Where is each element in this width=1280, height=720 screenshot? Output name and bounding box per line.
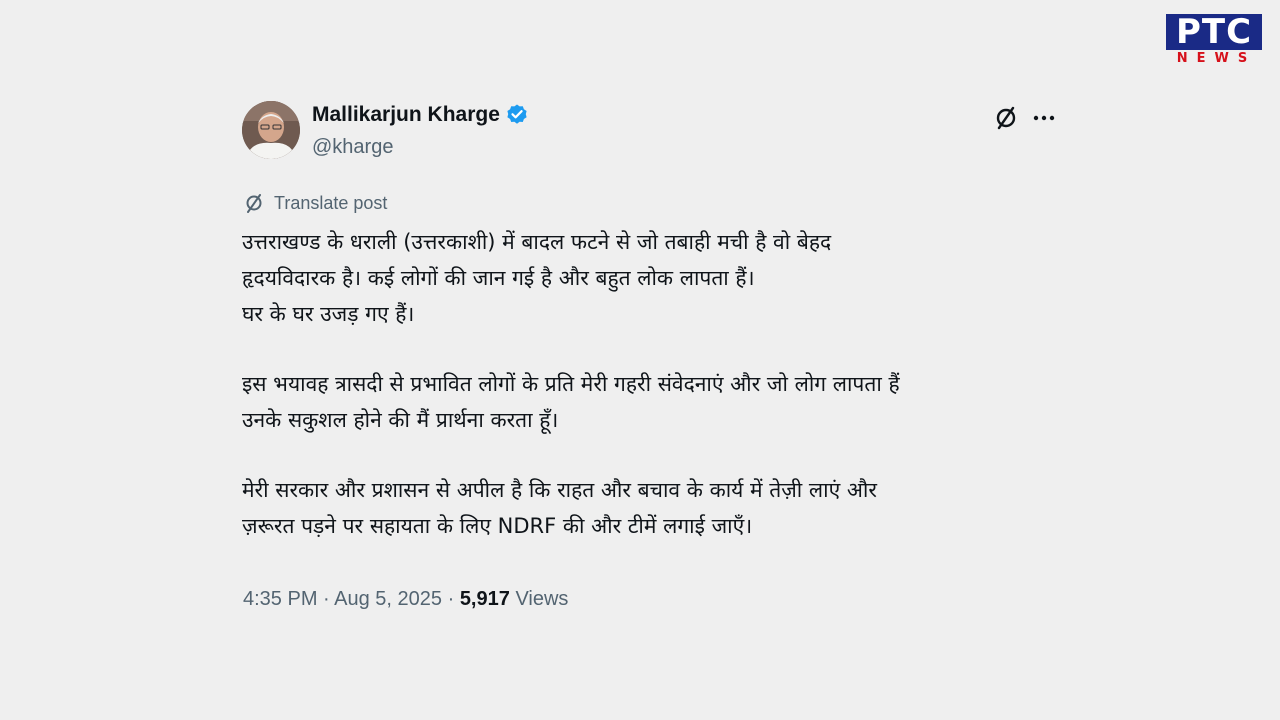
tweet-line: घर के घर उजड़ गए हैं।	[242, 302, 415, 326]
meta-separator: ·	[317, 588, 335, 610]
logo-top-text: PTC	[1166, 14, 1262, 50]
meta-separator: ·	[442, 588, 460, 610]
author-name-row[interactable]: Mallikarjun Kharge	[312, 103, 529, 127]
tweet-paragraph: उत्तराखण्ड के धराली (उत्तरकाशी) में बादल…	[242, 224, 1062, 332]
display-name[interactable]: Mallikarjun Kharge	[312, 103, 500, 127]
verified-badge-icon	[505, 103, 529, 127]
tweet-line: उत्तराखण्ड के धराली (उत्तरकाशी) में बादल…	[242, 230, 832, 254]
tweet-date[interactable]: Aug 5, 2025	[334, 588, 442, 610]
avatar[interactable]	[242, 101, 300, 159]
author-handle[interactable]: @kharge	[312, 136, 393, 159]
grok-icon[interactable]	[992, 104, 1020, 132]
tweet-paragraph: मेरी सरकार और प्रशासन से अपील है कि राहत…	[242, 472, 1062, 544]
ptc-news-logo: PTC NEWS	[1166, 14, 1262, 68]
logo-bottom-text: NEWS	[1176, 51, 1257, 66]
avatar-image	[242, 101, 300, 159]
translate-post-link[interactable]: Translate post	[243, 192, 387, 214]
tweet-line: हृदयविदारक है। कई लोगों की जान गई है और …	[242, 266, 755, 290]
views-label: Views	[515, 588, 569, 610]
translate-icon	[243, 192, 265, 214]
tweet-line: मेरी सरकार और प्रशासन से अपील है कि राहत…	[242, 478, 877, 502]
tweet-line: इस भयावह त्रासदी से प्रभावित लोगों के प्…	[242, 372, 900, 396]
tweet-paragraph: इस भयावह त्रासदी से प्रभावित लोगों के प्…	[242, 366, 1062, 438]
tweet-meta: 4:35 PM · Aug 5, 2025 · 5,917 Views	[243, 588, 568, 611]
tweet-time[interactable]: 4:35 PM	[243, 588, 317, 610]
tweet-line: ज़रूरत पड़ने पर सहायता के लिए NDRF की और…	[242, 514, 753, 538]
tweet-line: उनके सकुशल होने की मैं प्रार्थना करता हू…	[242, 408, 559, 432]
views-count: 5,917	[459, 588, 510, 610]
translate-label[interactable]: Translate post	[274, 193, 387, 214]
tweet-text: उत्तराखण्ड के धराली (उत्तरकाशी) में बादल…	[242, 224, 1062, 578]
more-icon[interactable]	[1030, 104, 1058, 132]
